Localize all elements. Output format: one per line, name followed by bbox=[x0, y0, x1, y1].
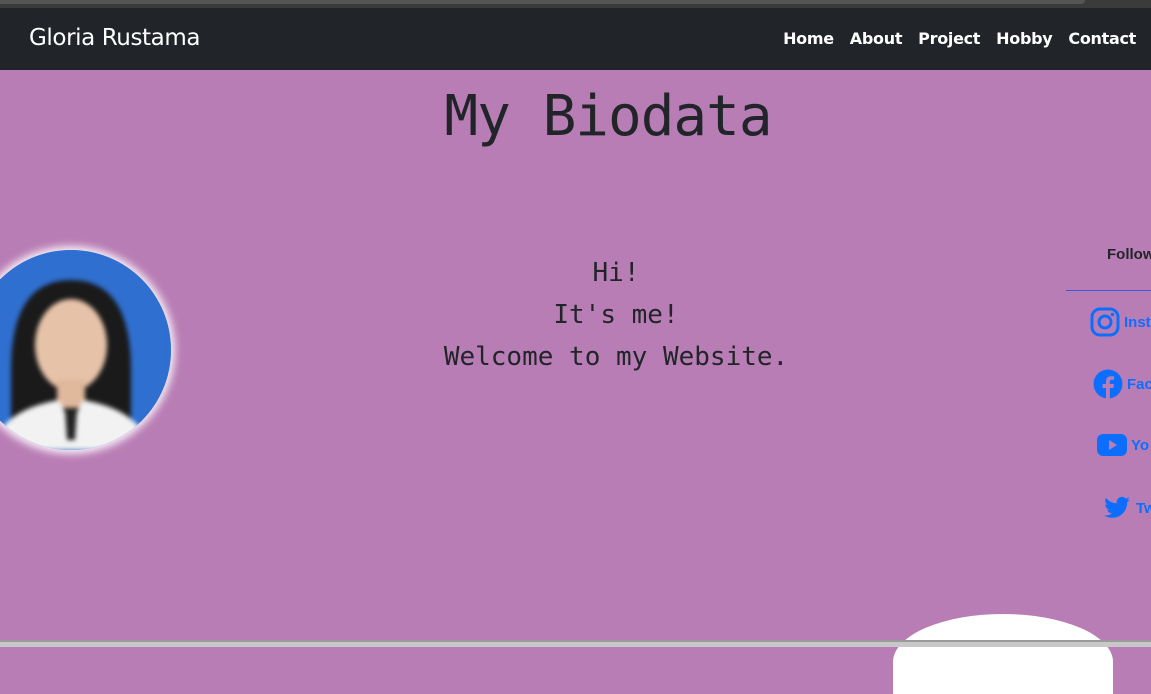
youtube-icon bbox=[1097, 434, 1127, 456]
follow-divider bbox=[1066, 290, 1151, 291]
twitter-icon bbox=[1104, 496, 1130, 518]
nav-contact[interactable]: Contact bbox=[1068, 29, 1136, 48]
brand-link[interactable]: Gloria Rustama bbox=[29, 25, 200, 51]
navbar: Gloria Rustama Home About Project Hobby … bbox=[0, 8, 1151, 70]
nav-menu: Home About Project Hobby Contact bbox=[783, 29, 1136, 48]
profile-photo-illustration bbox=[0, 250, 171, 450]
social-twitter-link[interactable]: Tw bbox=[1102, 494, 1151, 522]
nav-project[interactable]: Project bbox=[918, 29, 980, 48]
nav-home[interactable]: Home bbox=[783, 29, 834, 48]
social-youtube-link[interactable]: Yo bbox=[1097, 432, 1149, 458]
social-facebook-label: Fac bbox=[1127, 375, 1151, 393]
instagram-icon bbox=[1090, 307, 1120, 337]
greeting-text: Hi! It's me! Welcome to my Website. bbox=[381, 252, 851, 378]
browser-top-strip bbox=[0, 0, 1151, 8]
profile-photo bbox=[0, 250, 171, 450]
social-youtube-label: Yo bbox=[1131, 436, 1150, 454]
greeting-line-2: It's me! bbox=[553, 300, 679, 330]
social-instagram-link[interactable]: Inst bbox=[1090, 307, 1151, 337]
follow-heading: Follow bbox=[1107, 246, 1151, 263]
greeting-line-3: Welcome to my Website. bbox=[443, 342, 789, 372]
decorative-wave bbox=[893, 614, 1113, 694]
page-title: My Biodata bbox=[444, 84, 772, 149]
social-twitter-label: Tw bbox=[1136, 499, 1151, 517]
greeting-line-1: Hi! bbox=[592, 258, 640, 288]
social-instagram-label: Inst bbox=[1124, 313, 1151, 331]
scroll-track bbox=[0, 0, 1085, 4]
horizontal-scrollbar[interactable] bbox=[0, 640, 1151, 647]
nav-hobby[interactable]: Hobby bbox=[996, 29, 1053, 48]
facebook-icon bbox=[1093, 369, 1123, 399]
nav-about[interactable]: About bbox=[850, 29, 903, 48]
social-facebook-link[interactable]: Fac bbox=[1093, 369, 1151, 399]
